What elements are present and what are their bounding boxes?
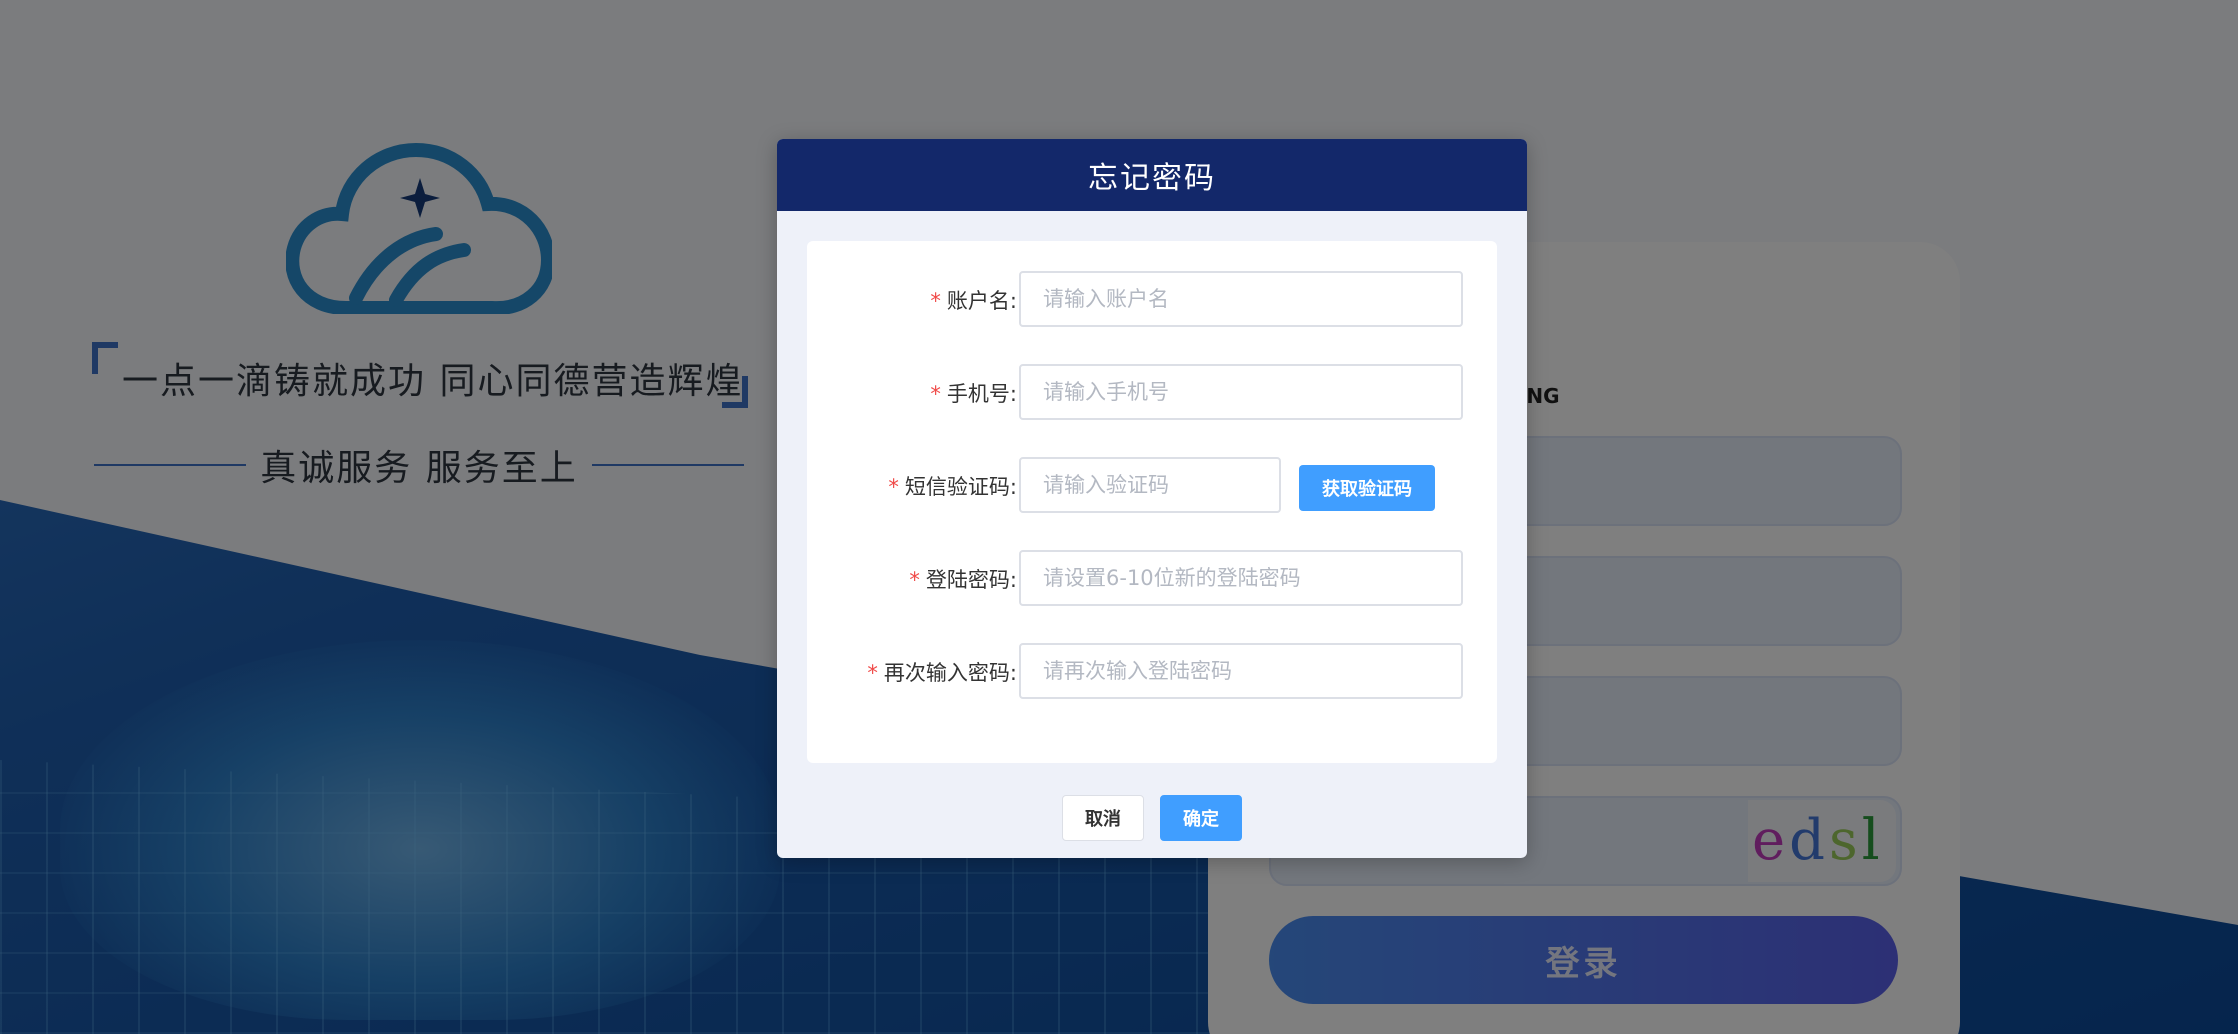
form-label-account: * 账户名:: [930, 271, 1017, 331]
required-mark: *: [888, 475, 899, 499]
label-text: 再次输入密码:: [883, 661, 1017, 685]
get-sms-code-button[interactable]: 获取验证码: [1299, 465, 1435, 511]
required-mark: *: [867, 661, 878, 685]
form-label-phone: * 手机号:: [930, 364, 1017, 424]
form-row-confirm-password: * 再次输入密码:: [807, 643, 1497, 703]
form-label-confirm-password: * 再次输入密码:: [867, 643, 1017, 703]
sms-code-input[interactable]: [1019, 457, 1281, 513]
confirm-button[interactable]: 确定: [1160, 795, 1242, 841]
phone-input[interactable]: [1019, 364, 1463, 420]
confirm-password-input[interactable]: [1019, 643, 1463, 699]
label-text: 账户名:: [946, 289, 1017, 313]
cancel-button[interactable]: 取消: [1062, 795, 1144, 841]
account-name-input[interactable]: [1019, 271, 1463, 327]
form-row-phone: * 手机号:: [807, 364, 1497, 424]
form-row-password: * 登陆密码:: [807, 550, 1497, 610]
form-label-sms-code: * 短信验证码:: [888, 457, 1017, 517]
form-row-sms-code: *短信验证码: 获取验证码: [807, 457, 1497, 517]
required-mark: *: [930, 382, 941, 406]
dialog-header: 忘记密码: [777, 139, 1527, 211]
dialog-title: 忘记密码: [1088, 161, 1216, 196]
form-label-password: * 登陆密码:: [909, 550, 1017, 610]
forgot-password-dialog: 忘记密码 *账户名: *手机号: *短信验证码: 获取验证码 *登陆密码:: [777, 139, 1527, 858]
required-mark: *: [909, 568, 920, 592]
form-row-account: * 账户名:: [807, 271, 1497, 331]
required-mark: *: [930, 289, 941, 313]
new-password-input[interactable]: [1019, 550, 1463, 606]
dialog-form: *账户名: *手机号: *短信验证码: 获取验证码 *登陆密码: *: [807, 241, 1497, 763]
label-text: 登陆密码:: [925, 568, 1017, 592]
label-text: 手机号:: [946, 382, 1017, 406]
label-text: 短信验证码:: [904, 475, 1017, 499]
